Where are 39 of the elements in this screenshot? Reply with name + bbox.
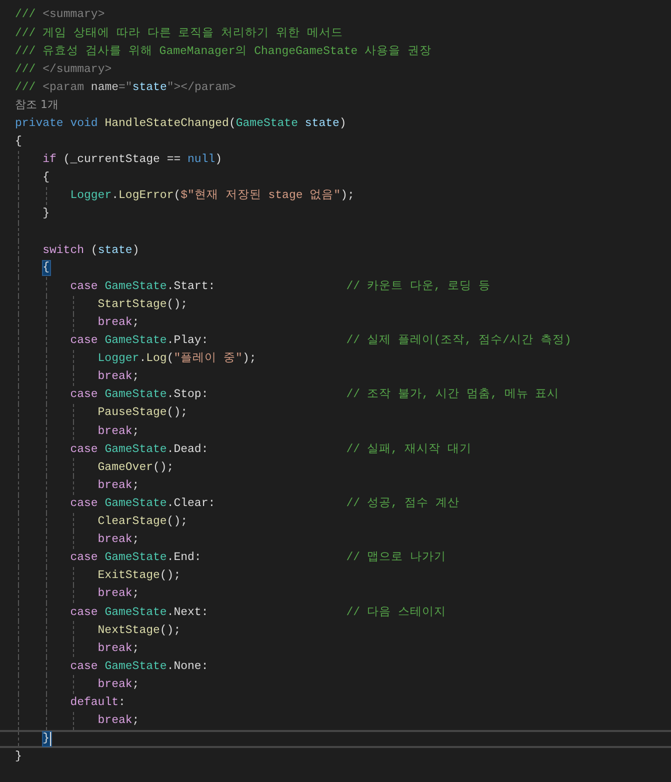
code-lens-link[interactable]: 참조 1개 — [15, 97, 58, 114]
code-line: break; — [98, 532, 140, 548]
code-line: case GameState.None: — [70, 658, 208, 675]
code-line: GameOver(); — [98, 460, 174, 476]
code-line: /// 게임 상태에 따라 다른 로직을 처리하기 위한 메서드 — [15, 26, 343, 42]
code-line: Logger.LogError($"현재 저장된 stage 없음"); — [70, 188, 354, 204]
code-line: case GameState.Dead: // 실패, 재시작 대기 — [70, 442, 472, 458]
code-line: default: — [70, 694, 126, 711]
code-line: switch (state) — [42, 242, 140, 259]
code-line: /// 유효성 검사를 위해 GameManager의 ChangeGameState 사용을 권장 — [15, 44, 432, 60]
code-line: case GameState.Start: // 카운트 다운, 로딩 등 — [70, 278, 491, 295]
code-line: break; — [98, 424, 140, 440]
code-line: ExitStage(); — [98, 568, 181, 584]
code-line: break; — [98, 478, 140, 494]
code-line: NextStage(); — [98, 622, 181, 639]
code-line: case GameState.Stop: // 조작 불가, 시간 멈춤, 메뉴 표시 — [70, 387, 560, 404]
code-line: case GameState.End: // 맵으로 나가기 — [70, 550, 446, 566]
code-line: break; — [98, 676, 140, 693]
code-line: { — [42, 170, 50, 186]
code-line: StartStage(); — [98, 296, 188, 313]
code-line: } — [15, 749, 22, 766]
code-line: case GameState.Play: // 실제 플레이(조작, 점수/시간 측정) — [70, 333, 572, 350]
code-line: /// <param name="state"></param> — [15, 80, 236, 96]
code-line: private void HandleStateChanged(GameState state) — [15, 116, 346, 132]
code-line: break; — [98, 640, 140, 657]
code-line: Logger.Log("플레이 중"); — [98, 351, 256, 368]
code-line: break; — [98, 369, 140, 386]
code-line: if (_currentStage == null) — [42, 152, 222, 168]
code-line: { — [15, 134, 22, 150]
code-line: PauseStage(); — [98, 405, 188, 422]
code-line: break; — [98, 586, 140, 602]
code-line: case GameState.Next: // 다음 스테이지 — [70, 604, 446, 621]
code-line: /// <summary> — [15, 7, 105, 24]
code-line: } — [42, 206, 50, 222]
code-line: ClearStage(); — [98, 514, 188, 530]
code-line: break; — [98, 315, 140, 332]
code-line: case GameState.Clear: // 성공, 점수 계산 — [70, 496, 460, 512]
code-line: /// </summary> — [15, 62, 112, 78]
code-line: break; — [98, 713, 140, 730]
